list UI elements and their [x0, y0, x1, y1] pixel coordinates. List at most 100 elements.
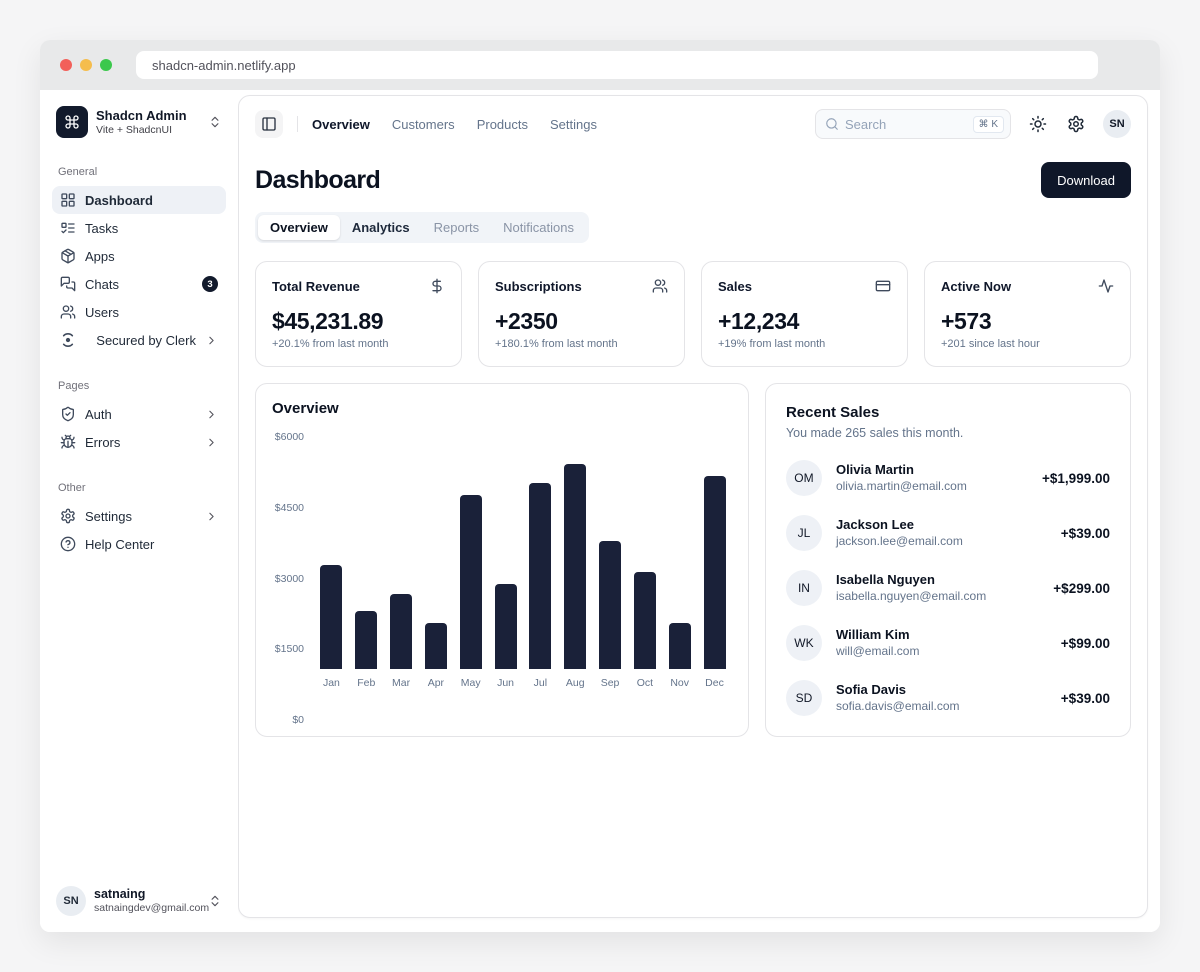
dashboard-tabs: Overview Analytics Reports Notifications	[255, 212, 589, 243]
x-tick: Jan	[314, 677, 349, 689]
sale-row: SD Sofia Davis sofia.davis@email.com +$3…	[786, 680, 1110, 716]
nav-link-overview[interactable]: Overview	[312, 117, 370, 132]
recent-sales-title: Recent Sales	[786, 404, 1110, 421]
stat-sub: +19% from last month	[718, 338, 891, 350]
maximize-window-button[interactable]	[100, 59, 112, 71]
sale-email: olivia.martin@email.com	[836, 479, 1028, 495]
sidebar-item-auth[interactable]: Auth	[52, 400, 226, 428]
chevron-right-icon	[205, 334, 218, 347]
sidebar-item-errors[interactable]: Errors	[52, 428, 226, 456]
sale-row: JL Jackson Lee jackson.lee@email.com +$3…	[786, 515, 1110, 551]
bar-column	[453, 437, 488, 669]
search-input-wrap[interactable]: ⌘ K	[815, 109, 1011, 139]
tab-overview[interactable]: Overview	[258, 215, 340, 240]
main-panel: Overview Customers Products Settings ⌘ K	[238, 95, 1148, 918]
chats-count-badge: 3	[202, 276, 218, 292]
tab-notifications[interactable]: Notifications	[491, 215, 586, 240]
sidebar-item-secured-by-clerk[interactable]: Secured by Clerk	[52, 326, 226, 354]
url-bar[interactable]: shadcn-admin.netlify.app	[136, 51, 1098, 79]
sidebar-item-label: Settings	[85, 509, 196, 524]
x-tick: Oct	[627, 677, 662, 689]
x-tick: Sep	[593, 677, 628, 689]
stat-value: $45,231.89	[272, 308, 445, 335]
tab-reports[interactable]: Reports	[422, 215, 492, 240]
sale-avatar: JL	[786, 515, 822, 551]
sidebar-item-label: Auth	[85, 407, 196, 422]
bug-icon	[60, 434, 76, 450]
tab-analytics[interactable]: Analytics	[340, 215, 422, 240]
bar-chart: $6000$4500$3000$1500$0 JanFebMarAprMayJu…	[272, 437, 732, 720]
chart-xlabels: JanFebMarAprMayJunJulAugSepOctNovDec	[314, 677, 732, 689]
bar-jul	[529, 483, 551, 669]
bar-feb	[355, 611, 377, 669]
clerk-icon	[60, 332, 76, 348]
layout-grid-icon	[60, 192, 76, 208]
browser-window: shadcn-admin.netlify.app Shadcn Admin Vi…	[40, 40, 1160, 932]
sale-row: IN Isabella Nguyen isabella.nguyen@email…	[786, 570, 1110, 606]
bar-may	[460, 495, 482, 669]
stat-sub: +180.1% from last month	[495, 338, 668, 350]
download-button[interactable]: Download	[1041, 162, 1131, 198]
sidebar-item-dashboard[interactable]: Dashboard	[52, 186, 226, 214]
nav-link-customers[interactable]: Customers	[392, 117, 455, 132]
package-icon	[60, 248, 76, 264]
stat-value: +2350	[495, 308, 668, 335]
chevron-right-icon	[205, 408, 218, 421]
close-window-button[interactable]	[60, 59, 72, 71]
x-tick: May	[453, 677, 488, 689]
chart-yaxis: $6000$4500$3000$1500$0	[272, 437, 314, 720]
sidebar-item-chats[interactable]: Chats 3	[52, 270, 226, 298]
bottom-row: Overview $6000$4500$3000$1500$0 JanFebMa…	[255, 383, 1131, 737]
settings-button[interactable]	[1065, 113, 1087, 135]
user-name: satnaing	[94, 887, 200, 903]
sidebar-item-help-center[interactable]: Help Center	[52, 530, 226, 558]
workspace-switcher[interactable]: Shadcn Admin Vite + ShadcnUI	[52, 104, 226, 140]
nav-link-settings[interactable]: Settings	[550, 117, 597, 132]
sidebar-item-label: Tasks	[85, 221, 218, 236]
stat-title: Sales	[718, 279, 752, 294]
chart-main: JanFebMarAprMayJunJulAugSepOctNovDec	[314, 437, 732, 720]
bar-column	[523, 437, 558, 669]
sale-name: Olivia Martin	[836, 462, 1028, 479]
x-tick: Nov	[662, 677, 697, 689]
profile-avatar[interactable]: SN	[1103, 110, 1131, 138]
sidebar-toggle-button[interactable]	[255, 110, 283, 138]
x-tick: Feb	[349, 677, 384, 689]
messages-icon	[60, 276, 76, 292]
app-name: Shadcn Admin	[96, 108, 200, 124]
sale-email: sofia.davis@email.com	[836, 699, 1047, 715]
sale-amount: +$39.00	[1061, 691, 1110, 706]
chevrons-up-down-icon	[208, 894, 222, 908]
user-labels: satnaing satnaingdev@gmail.com	[94, 887, 200, 916]
stat-sub: +20.1% from last month	[272, 338, 445, 350]
sale-amount: +$99.00	[1061, 636, 1110, 651]
nav-link-products[interactable]: Products	[477, 117, 528, 132]
sale-name: Sofia Davis	[836, 682, 1047, 699]
sidebar-item-settings[interactable]: Settings	[52, 502, 226, 530]
bar-column	[314, 437, 349, 669]
activity-icon	[1098, 278, 1114, 294]
dollar-icon	[429, 278, 445, 294]
bar-column	[593, 437, 628, 669]
x-tick: Mar	[384, 677, 419, 689]
y-tick: $1500	[275, 643, 304, 655]
sidebar-item-users[interactable]: Users	[52, 298, 226, 326]
shield-check-icon	[60, 406, 76, 422]
sale-email: jackson.lee@email.com	[836, 534, 1047, 550]
sidebar-item-apps[interactable]: Apps	[52, 242, 226, 270]
minimize-window-button[interactable]	[80, 59, 92, 71]
bar-column	[558, 437, 593, 669]
search-input[interactable]	[845, 117, 967, 132]
y-tick: $0	[292, 714, 304, 726]
sidebar-item-tasks[interactable]: Tasks	[52, 214, 226, 242]
user-menu[interactable]: SN satnaing satnaingdev@gmail.com	[50, 880, 228, 922]
theme-toggle-button[interactable]	[1027, 113, 1049, 135]
bar-column	[697, 437, 732, 669]
list-todo-icon	[60, 220, 76, 236]
sidebar-item-label: Apps	[85, 249, 218, 264]
app-shell: Shadcn Admin Vite + ShadcnUI General Das…	[40, 90, 1160, 932]
stat-title: Subscriptions	[495, 279, 582, 294]
bar-aug	[564, 464, 586, 669]
recent-sales-card: Recent Sales You made 265 sales this mon…	[765, 383, 1131, 737]
page-header: Dashboard Download	[255, 162, 1131, 198]
